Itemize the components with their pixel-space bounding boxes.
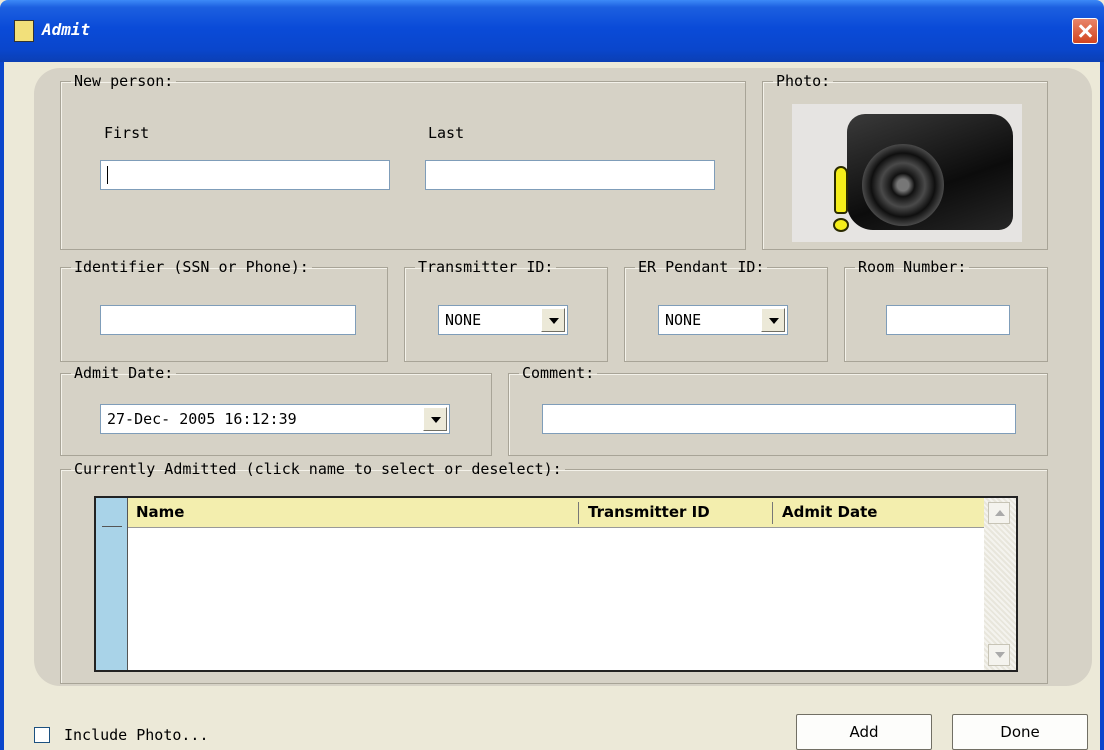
- title-bar[interactable]: Admit: [0, 0, 1104, 62]
- app-icon: [14, 20, 34, 42]
- column-separator[interactable]: [772, 502, 773, 524]
- camera-lens: [862, 144, 944, 226]
- chevron-down-icon[interactable]: [541, 308, 565, 332]
- comment-input[interactable]: [542, 404, 1016, 434]
- window-frame-left: [0, 62, 4, 750]
- close-button[interactable]: [1072, 18, 1098, 44]
- add-button[interactable]: Add: [796, 714, 932, 750]
- admitted-table[interactable]: Name Transmitter ID Admit Date: [94, 496, 1018, 672]
- er-pendant-select[interactable]: NONE: [658, 305, 788, 335]
- column-separator[interactable]: [578, 502, 579, 524]
- transmitter-select-value: NONE: [445, 311, 482, 329]
- window-frame-right: [1100, 62, 1104, 750]
- camera-with-warning-icon[interactable]: [792, 104, 1022, 242]
- room-legend: Room Number:: [858, 258, 967, 276]
- window-title: Admit: [42, 20, 91, 39]
- admit-date-legend: Admit Date:: [74, 364, 174, 382]
- identifier-input[interactable]: [100, 305, 356, 335]
- transmitter-legend: Transmitter ID:: [418, 258, 554, 276]
- include-photo-label: Include Photo...: [64, 726, 209, 744]
- transmitter-select[interactable]: NONE: [438, 305, 568, 335]
- identifier-legend: Identifier (SSN or Phone):: [74, 258, 309, 276]
- include-photo-checkbox[interactable]: [34, 727, 50, 743]
- admit-date-value: 27-Dec- 2005 16:12:39: [107, 410, 297, 428]
- done-button[interactable]: Done: [952, 714, 1088, 750]
- room-number-input[interactable]: [886, 305, 1010, 335]
- table-header: Name Transmitter ID Admit Date: [128, 498, 984, 528]
- column-header-admit-date[interactable]: Admit Date: [774, 503, 877, 521]
- first-name-label: First: [104, 124, 150, 142]
- last-name-input[interactable]: [425, 160, 715, 190]
- photo-legend: Photo:: [776, 72, 831, 90]
- row-header-column: [96, 498, 128, 670]
- er-pendant-legend: ER Pendant ID:: [638, 258, 765, 276]
- new-person-legend: New person:: [74, 72, 174, 90]
- vertical-scrollbar[interactable]: [984, 498, 1016, 670]
- admit-date-picker[interactable]: 27-Dec- 2005 16:12:39: [100, 404, 450, 434]
- chevron-down-icon[interactable]: [423, 407, 447, 431]
- scroll-down-icon[interactable]: [988, 644, 1010, 666]
- admitted-legend: Currently Admitted (click name to select…: [74, 460, 562, 478]
- comment-legend: Comment:: [522, 364, 595, 382]
- warning-exclamation-dot: [833, 218, 849, 232]
- warning-exclamation-icon: [834, 166, 848, 214]
- column-header-name[interactable]: Name: [128, 503, 184, 521]
- er-pendant-select-value: NONE: [665, 311, 702, 329]
- column-header-transmitter-id[interactable]: Transmitter ID: [580, 503, 710, 521]
- first-name-input[interactable]: [100, 160, 390, 190]
- chevron-down-icon[interactable]: [761, 308, 785, 332]
- last-name-label: Last: [428, 124, 465, 142]
- scroll-up-icon[interactable]: [988, 502, 1010, 524]
